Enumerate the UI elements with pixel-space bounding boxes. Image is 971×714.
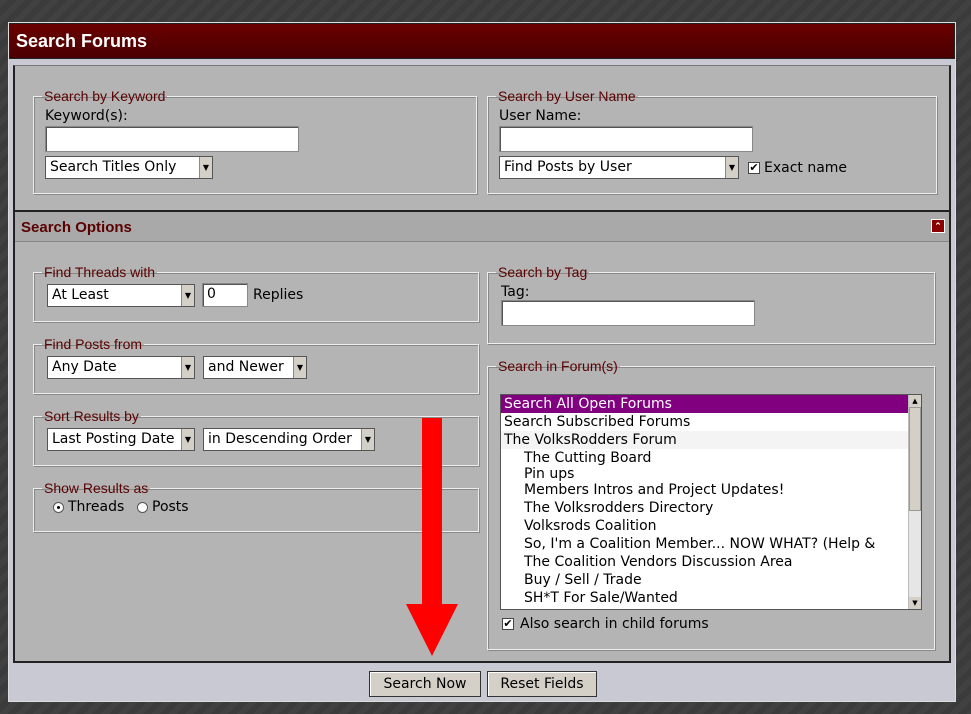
- scroll-thumb[interactable]: [909, 407, 921, 511]
- scroll-down-icon[interactable]: ▼: [909, 597, 921, 609]
- forums-legend: Search in Forum(s): [498, 358, 618, 374]
- child-forums-label: Also search in child forums: [520, 616, 709, 632]
- sort-field-select[interactable]: Last Posting Date ▼: [47, 428, 195, 451]
- keyword-input[interactable]: [45, 126, 299, 152]
- chevron-down-icon[interactable]: ▼: [181, 429, 194, 450]
- chevron-down-icon[interactable]: ▼: [725, 157, 738, 178]
- search-panel: Search by Keyword Keyword(s): Search Tit…: [13, 65, 951, 663]
- forum-option[interactable]: So, I'm a Coalition Member... NOW WHAT? …: [501, 535, 921, 553]
- forum-option[interactable]: Pin ups: [501, 467, 921, 481]
- forums-fieldset: Search in Forum(s) Search All Open Forum…: [487, 358, 935, 650]
- keyword-legend: Search by Keyword: [44, 88, 166, 104]
- collapse-icon[interactable]: ⌃: [931, 219, 945, 233]
- search-options-header: Search Options ⌃: [15, 210, 949, 242]
- keyword-mode-value: Search Titles Only: [50, 159, 177, 175]
- annotation-arrow-icon: [406, 418, 458, 656]
- post-date-select[interactable]: Any Date ▼: [47, 356, 195, 379]
- forum-option[interactable]: Search Subscribed Forums: [501, 413, 921, 431]
- search-options-title: Search Options: [21, 219, 132, 236]
- username-mode-select[interactable]: Find Posts by User ▼: [499, 156, 739, 179]
- sort-order-value: in Descending Order: [208, 431, 352, 447]
- forum-option[interactable]: Volksrods Coalition: [501, 517, 921, 535]
- sort-results-legend: Sort Results by: [44, 408, 139, 424]
- forum-option[interactable]: Members Intros and Project Updates!: [501, 481, 921, 499]
- forum-option[interactable]: Search All Open Forums: [501, 395, 921, 413]
- reply-count-input[interactable]: 0: [202, 283, 248, 307]
- posts-radio-label: Posts: [152, 499, 189, 515]
- date-direction-value: and Newer: [208, 359, 284, 375]
- forum-option[interactable]: The VolksRodders Forum: [501, 431, 921, 449]
- sort-order-select[interactable]: in Descending Order ▼: [203, 428, 375, 451]
- forum-option[interactable]: Buy / Sell / Trade: [501, 571, 921, 589]
- username-input[interactable]: [499, 126, 753, 152]
- reset-fields-button[interactable]: Reset Fields: [487, 671, 597, 697]
- find-posts-legend: Find Posts from: [44, 336, 143, 352]
- username-mode-value: Find Posts by User: [504, 159, 632, 175]
- tag-input[interactable]: [501, 300, 755, 326]
- forum-option[interactable]: The Coalition Vendors Discussion Area: [501, 553, 921, 571]
- sort-field-value: Last Posting Date: [52, 431, 175, 447]
- forum-option[interactable]: SH*T For Sale/Wanted: [501, 589, 921, 607]
- forum-list-scrollbar[interactable]: ▲ ▼: [908, 395, 921, 609]
- forum-listbox[interactable]: Search All Open Forums Search Subscribed…: [500, 394, 922, 610]
- exact-name-checkbox[interactable]: ✔: [748, 162, 760, 174]
- tag-label: Tag:: [501, 284, 530, 300]
- tag-legend: Search by Tag: [498, 264, 588, 280]
- replies-label: Replies: [253, 287, 304, 303]
- threads-radio[interactable]: [53, 502, 64, 513]
- keyword-label: Keyword(s):: [45, 108, 128, 124]
- child-forums-checkbox[interactable]: ✔: [502, 618, 514, 630]
- threads-radio-label: Threads: [68, 499, 125, 515]
- show-results-legend: Show Results as: [44, 480, 149, 496]
- chevron-down-icon[interactable]: ▼: [181, 357, 194, 378]
- post-date-value: Any Date: [52, 359, 117, 375]
- forum-option[interactable]: The Volksrodders Directory: [501, 499, 921, 517]
- keyword-mode-select[interactable]: Search Titles Only ▼: [45, 156, 213, 179]
- find-threads-legend: Find Threads with: [44, 264, 156, 280]
- scroll-up-icon[interactable]: ▲: [909, 395, 921, 407]
- chevron-down-icon[interactable]: ▼: [199, 157, 212, 178]
- threads-comparator-select[interactable]: At Least ▼: [47, 284, 195, 307]
- chevron-down-icon[interactable]: ▼: [293, 357, 306, 378]
- exact-name-label: Exact name: [764, 160, 848, 176]
- username-label: User Name:: [499, 108, 582, 124]
- threads-comparator-value: At Least: [52, 287, 109, 303]
- chevron-down-icon[interactable]: ▼: [361, 429, 374, 450]
- search-now-button[interactable]: Search Now: [369, 671, 481, 697]
- chevron-down-icon[interactable]: ▼: [181, 285, 194, 306]
- page-title: Search Forums: [9, 23, 955, 59]
- search-forums-window: Search Forums Search by Keyword Keyword(…: [8, 22, 956, 702]
- date-direction-select[interactable]: and Newer ▼: [203, 356, 307, 379]
- username-legend: Search by User Name: [498, 88, 636, 104]
- forum-option[interactable]: The Cutting Board: [501, 449, 921, 467]
- posts-radio[interactable]: [137, 502, 148, 513]
